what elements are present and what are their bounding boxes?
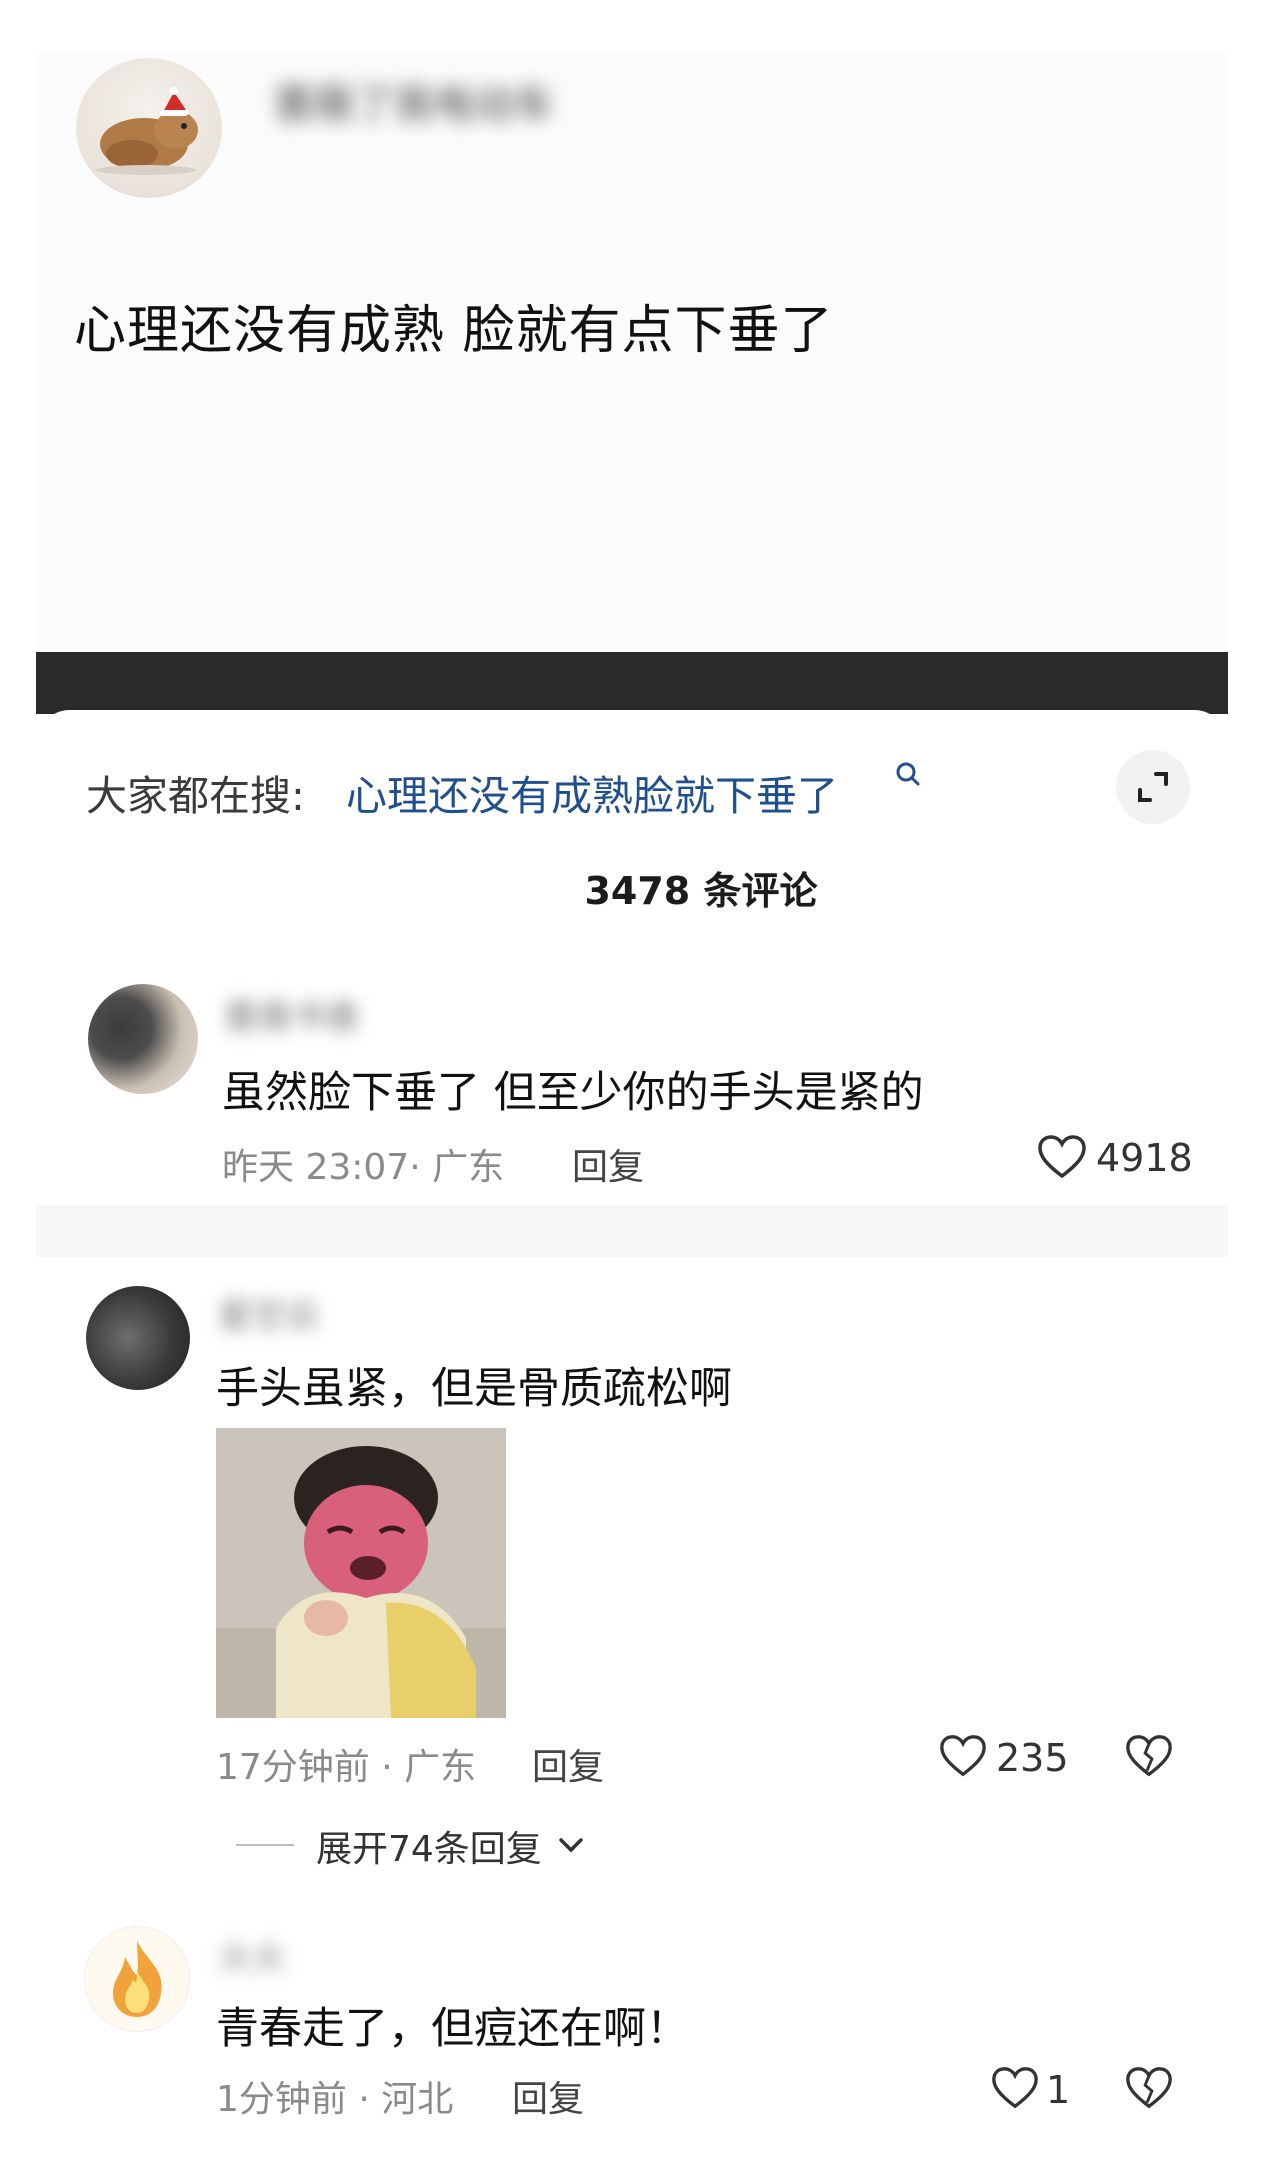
like-count: 1 <box>1046 2068 1071 2112</box>
like-count: 4918 <box>1096 1136 1193 1180</box>
video-progress-band <box>36 652 1228 714</box>
hamster-with-santa-hat-icon <box>96 87 198 175</box>
comment-username[interactable]: 星空云 <box>218 1288 320 1337</box>
reply-button[interactable]: 回复 <box>572 1138 644 1190</box>
broken-heart-icon[interactable] <box>1124 2064 1174 2114</box>
crying-child-sticker <box>216 1428 506 1718</box>
expand-replies-line <box>236 1844 294 1846</box>
search-suggestion-link[interactable]: 心理还没有成熟脸就下垂了 <box>346 762 838 822</box>
comment-divider <box>36 1205 1228 1257</box>
like-heart-icon[interactable] <box>990 2064 1040 2114</box>
comment-text: 手头虽紧，但是骨质疏松啊 <box>216 1364 732 1414</box>
post-card: 蔷薇了我电动车 心理还没有成熟 脸就有点下垂了 <box>36 52 1228 652</box>
broken-heart-icon[interactable] <box>1124 1732 1174 1782</box>
search-suggestion-prefix: 大家都在搜: <box>86 772 305 820</box>
expand-button[interactable] <box>1116 750 1190 824</box>
comment-count-number: 3478 <box>584 869 691 913</box>
like-count: 235 <box>996 1736 1069 1780</box>
post-username[interactable]: 蔷薇了我电动车 <box>274 72 554 130</box>
expand-replies-button[interactable]: 展开74条回复 <box>316 1820 542 1872</box>
comment-panel: 大家都在搜: 心理还没有成熟脸就下垂了 3478 条评论 <box>36 710 1228 1200</box>
comment-username[interactable]: 火火 <box>218 1930 286 1979</box>
expand-icon <box>1138 772 1168 802</box>
post-avatar[interactable] <box>76 58 222 198</box>
search-icon[interactable] <box>892 760 922 796</box>
post-text: 心理还没有成熟 脸就有点下垂了 <box>74 301 834 361</box>
comment-time-location: 17分钟前 · 广东 <box>216 1747 477 1788</box>
like-heart-icon[interactable] <box>1036 1132 1088 1184</box>
comment-time-location: 昨天 23:07· 广东 <box>222 1147 505 1188</box>
reply-button[interactable]: 回复 <box>532 1738 604 1790</box>
comment-count: 3478 条评论 <box>36 860 1271 915</box>
chevron-down-icon[interactable] <box>556 1834 586 1856</box>
comment-time-location: 1分钟前 · 河北 <box>216 2079 454 2120</box>
comment-text: 青春走了，但痘还在啊！ <box>216 2004 689 2054</box>
reply-button[interactable]: 回复 <box>512 2070 584 2122</box>
comment-avatar[interactable] <box>88 984 198 1094</box>
like-heart-icon[interactable] <box>938 1732 988 1782</box>
flame-icon <box>113 1941 162 2017</box>
comment-text: 虽然脸下垂了 但至少你的手头是紧的 <box>222 1068 924 1118</box>
comment-avatar[interactable] <box>84 1926 190 2032</box>
comment-image[interactable] <box>216 1428 506 1718</box>
comment-count-label: 条评论 <box>703 869 818 913</box>
comment-avatar[interactable] <box>86 1286 190 1390</box>
comment-username[interactable]: 蔷薇书香 <box>224 990 360 1039</box>
